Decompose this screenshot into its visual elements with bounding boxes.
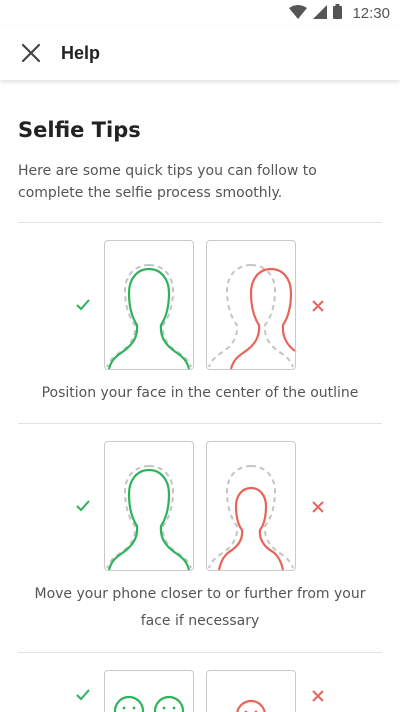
help-content[interactable]: Selfie Tips Here are some quick tips you…: [0, 80, 400, 712]
correct-example-image: [104, 240, 194, 370]
check-icon: [74, 497, 92, 515]
cross-icon: [310, 688, 326, 704]
app-bar: Help: [0, 26, 400, 80]
check-icon: [74, 296, 92, 314]
tip-caption: Position your face in the center of the …: [41, 385, 359, 401]
battery-icon: [333, 3, 343, 23]
app-bar-title: Help: [61, 42, 101, 63]
wifi-icon: [289, 4, 308, 23]
status-time: 12:30: [352, 4, 390, 22]
incorrect-example-image: [206, 670, 296, 712]
divider: [18, 222, 382, 223]
incorrect-example-image: [206, 441, 296, 571]
tip-caption: Move your phone closer to or further fro…: [34, 586, 366, 629]
page-title: Selfie Tips: [18, 118, 141, 142]
incorrect-example-image: [206, 240, 296, 370]
correct-example-image: [104, 670, 194, 712]
correct-example-image: [104, 441, 194, 571]
status-bar: 12:30: [0, 0, 400, 26]
check-icon: [74, 686, 92, 704]
cell-signal-icon: [313, 4, 328, 23]
intro-text: Here are some quick tips you can follow …: [18, 163, 317, 201]
divider: [18, 652, 382, 653]
cross-icon: [310, 499, 326, 515]
cross-icon: [310, 298, 326, 314]
divider: [18, 423, 382, 424]
close-icon[interactable]: [15, 37, 47, 69]
